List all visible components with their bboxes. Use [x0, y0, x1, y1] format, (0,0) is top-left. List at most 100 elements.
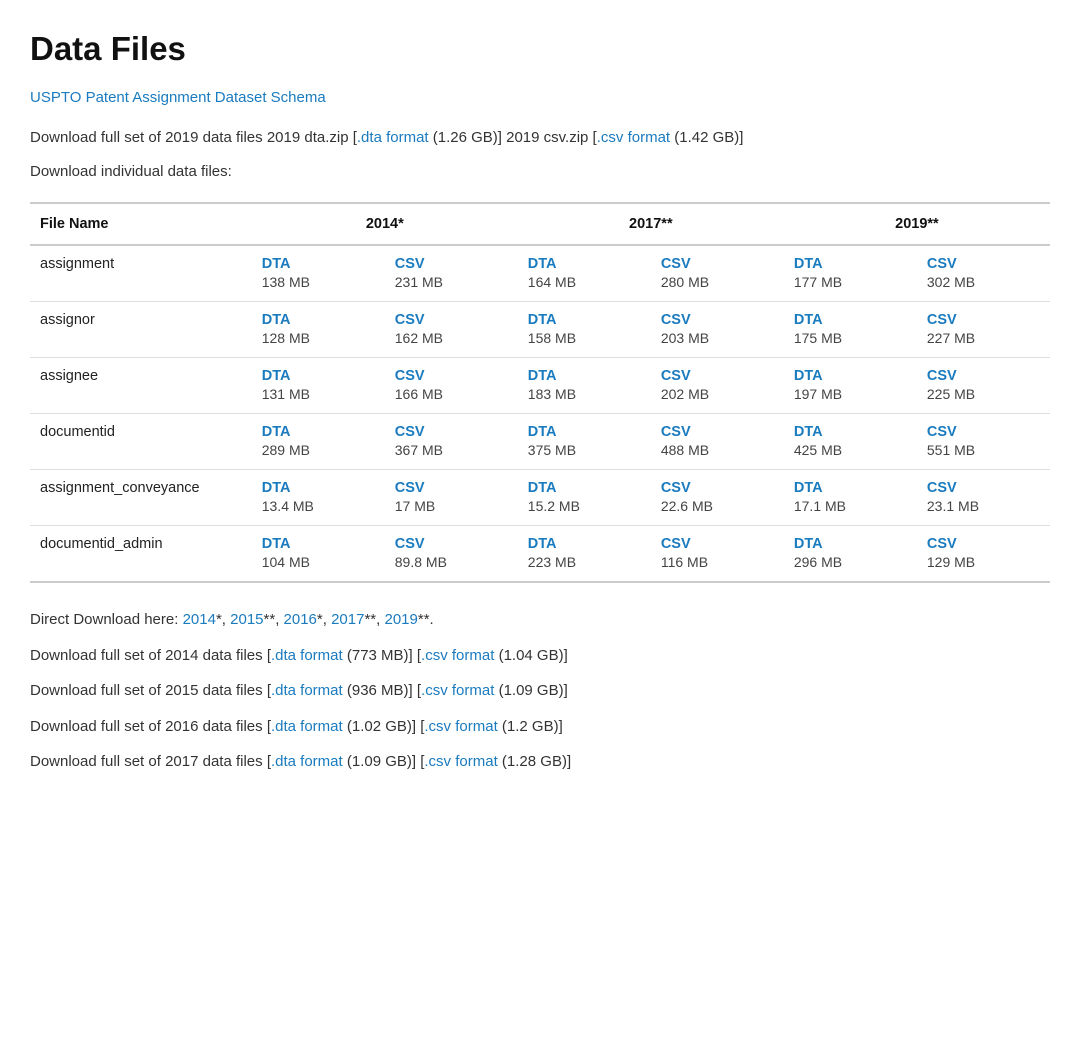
direct-link-2019[interactable]: 2019 [384, 611, 417, 628]
dta-2017-link-3[interactable]: DTA [528, 424, 641, 440]
dta-2016-full-link[interactable]: .dta format [271, 718, 343, 735]
dta-2014-full-link[interactable]: .dta format [271, 647, 343, 664]
csv-2019-link-4[interactable]: CSV [927, 480, 1040, 496]
csv-2017-cell: CSV 116 MB [651, 526, 784, 583]
csv-2014-cell: CSV 231 MB [385, 245, 518, 302]
csv-2017-link-5[interactable]: CSV [661, 536, 774, 552]
direct-link-2017[interactable]: 2017 [331, 611, 364, 628]
dta-2019-link-0[interactable]: DTA [794, 256, 907, 272]
dta-2014-link-3[interactable]: DTA [262, 424, 375, 440]
dta-2019-link-2[interactable]: DTA [794, 368, 907, 384]
csv-2017-cell: CSV 280 MB [651, 245, 784, 302]
csv-2014-cell: CSV 17 MB [385, 470, 518, 526]
csv-2017-link-1[interactable]: CSV [661, 312, 774, 328]
dta-2014-link-1[interactable]: DTA [262, 312, 375, 328]
dta-2017-full-link[interactable]: .dta format [271, 753, 343, 770]
csv-2019-link-2[interactable]: CSV [927, 368, 1040, 384]
table-row: assignor DTA 128 MB CSV 162 MB DTA 158 M… [30, 302, 1050, 358]
direct-link-2014[interactable]: 2014 [183, 611, 216, 628]
file-name-cell: documentid_admin [30, 526, 252, 583]
csv-2017-link-2[interactable]: CSV [661, 368, 774, 384]
csv-2014-link-4[interactable]: CSV [395, 480, 508, 496]
download-2016-line: Download full set of 2016 data files [.d… [30, 714, 1050, 740]
csv-2014-size-4: 17 MB [395, 498, 435, 514]
dta-2014-link-0[interactable]: DTA [262, 256, 375, 272]
download-2014-line: Download full set of 2014 data files [.d… [30, 643, 1050, 669]
csv-2019-link-3[interactable]: CSV [927, 424, 1040, 440]
download-2017-line: Download full set of 2017 data files [.d… [30, 749, 1050, 775]
dta-2017-link-1[interactable]: DTA [528, 312, 641, 328]
csv-2017-full-link[interactable]: .csv format [424, 753, 497, 770]
dta-2014-size-2: 131 MB [262, 386, 310, 402]
csv-2019-size-1: 227 MB [927, 330, 975, 346]
csv-2014-link-3[interactable]: CSV [395, 424, 508, 440]
dta-2019-size-1: 175 MB [794, 330, 842, 346]
page-title: Data Files [30, 30, 1050, 68]
direct-link-2016[interactable]: 2016 [284, 611, 317, 628]
csv-2017-cell: CSV 488 MB [651, 414, 784, 470]
dta-2014-size-3: 289 MB [262, 442, 310, 458]
schema-link[interactable]: USPTO Patent Assignment Dataset Schema [30, 89, 326, 106]
dta-2017-size-1: 158 MB [528, 330, 576, 346]
csv-2014-size-1: 162 MB [395, 330, 443, 346]
dta-2019-link-1[interactable]: DTA [794, 312, 907, 328]
csv-2014-link-0[interactable]: CSV [395, 256, 508, 272]
csv-2014-full-link[interactable]: .csv format [421, 647, 494, 664]
col-2014: 2014* [252, 203, 518, 245]
table-row: documentid DTA 289 MB CSV 367 MB DTA 375… [30, 414, 1050, 470]
dta-2014-link-5[interactable]: DTA [262, 536, 375, 552]
csv-2019-full-link[interactable]: .csv format [597, 129, 670, 146]
dta-2017-size-2: 183 MB [528, 386, 576, 402]
csv-2017-link-4[interactable]: CSV [661, 480, 774, 496]
csv-2014-link-2[interactable]: CSV [395, 368, 508, 384]
csv-2017-link-0[interactable]: CSV [661, 256, 774, 272]
dta-2017-link-4[interactable]: DTA [528, 480, 641, 496]
dta-2014-link-2[interactable]: DTA [262, 368, 375, 384]
csv-2017-cell: CSV 202 MB [651, 358, 784, 414]
csv-2019-cell: CSV 225 MB [917, 358, 1050, 414]
table-row: documentid_admin DTA 104 MB CSV 89.8 MB … [30, 526, 1050, 583]
table-row: assignment_conveyance DTA 13.4 MB CSV 17… [30, 470, 1050, 526]
dta-2014-cell: DTA 128 MB [252, 302, 385, 358]
col-2017: 2017** [518, 203, 784, 245]
dta-2017-link-2[interactable]: DTA [528, 368, 641, 384]
dta-2019-link-5[interactable]: DTA [794, 536, 907, 552]
dta-2017-cell: DTA 183 MB [518, 358, 651, 414]
csv-2017-link-3[interactable]: CSV [661, 424, 774, 440]
csv-2015-full-link[interactable]: .csv format [421, 682, 494, 699]
dta-2015-full-link[interactable]: .dta format [271, 682, 343, 699]
dta-2019-link-4[interactable]: DTA [794, 480, 907, 496]
files-table: File Name 2014* 2017** 2019** assignment… [30, 202, 1050, 583]
csv-2014-link-5[interactable]: CSV [395, 536, 508, 552]
dta-2019-size-5: 296 MB [794, 554, 842, 570]
csv-2019-size-3: 551 MB [927, 442, 975, 458]
dta-2014-link-4[interactable]: DTA [262, 480, 375, 496]
dta-2019-size-4: 17.1 MB [794, 498, 846, 514]
dta-2017-cell: DTA 375 MB [518, 414, 651, 470]
dta-2017-cell: DTA 158 MB [518, 302, 651, 358]
csv-2016-full-link[interactable]: .csv format [424, 718, 497, 735]
csv-2014-cell: CSV 367 MB [385, 414, 518, 470]
dta-2019-link-3[interactable]: DTA [794, 424, 907, 440]
dta-2017-cell: DTA 15.2 MB [518, 470, 651, 526]
csv-2017-size-0: 280 MB [661, 274, 709, 290]
dta-2017-link-0[interactable]: DTA [528, 256, 641, 272]
dta-2019-cell: DTA 17.1 MB [784, 470, 917, 526]
csv-2019-link-0[interactable]: CSV [927, 256, 1040, 272]
dta-2019-full-link[interactable]: .dta format [357, 129, 429, 146]
dta-2014-cell: DTA 289 MB [252, 414, 385, 470]
dta-2017-link-5[interactable]: DTA [528, 536, 641, 552]
dta-2019-size-2: 197 MB [794, 386, 842, 402]
download-2015-line: Download full set of 2015 data files [.d… [30, 678, 1050, 704]
footer-section: Direct Download here: 2014*, 2015**, 201… [30, 607, 1050, 775]
dta-2014-size-0: 138 MB [262, 274, 310, 290]
csv-2017-size-1: 203 MB [661, 330, 709, 346]
csv-2014-link-1[interactable]: CSV [395, 312, 508, 328]
file-name-cell: assignment [30, 245, 252, 302]
file-name-cell: assignor [30, 302, 252, 358]
direct-link-2015[interactable]: 2015 [230, 611, 263, 628]
csv-2019-link-5[interactable]: CSV [927, 536, 1040, 552]
csv-2019-link-1[interactable]: CSV [927, 312, 1040, 328]
dta-2017-cell: DTA 223 MB [518, 526, 651, 583]
csv-2017-size-2: 202 MB [661, 386, 709, 402]
